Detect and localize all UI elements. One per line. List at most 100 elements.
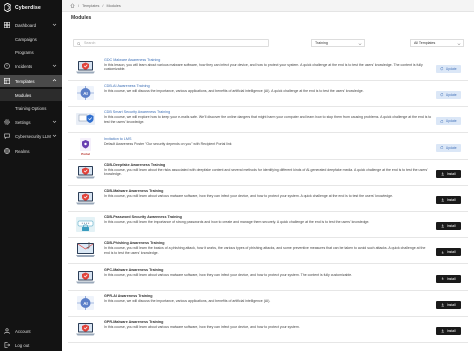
update-button[interactable]: Update [436, 91, 461, 100]
nav-realms[interactable]: Realms [0, 145, 62, 157]
nav-dashboard[interactable]: Dashboard [0, 19, 62, 31]
module-description: Default Awareness Poster "Our security d… [104, 141, 232, 146]
module-row[interactable]: GDC Malware Awareness Training In this le… [68, 55, 468, 81]
nav-label: Settings [15, 119, 31, 125]
templates-icon [4, 78, 10, 84]
module-row[interactable]: **** CDB-Password Security Awareness Trai… [68, 212, 468, 239]
button-label: Install [446, 329, 456, 333]
nav-logout[interactable]: Log out [0, 339, 62, 351]
breadcrumb-separator: / [102, 3, 104, 8]
module-description: In this course, you will learn about the… [104, 167, 428, 177]
install-button[interactable]: Install [436, 327, 461, 335]
warning-icon [4, 63, 10, 69]
nav-cyber-llm[interactable]: Cybersecurity LLM [0, 130, 62, 142]
module-title[interactable]: CDB-AI Awareness Training [104, 84, 150, 88]
module-row[interactable]: CDB-Deepfake Awareness Training In this c… [68, 159, 468, 186]
button-label: Install [446, 276, 456, 281]
download-icon [441, 198, 445, 202]
update-button[interactable]: Update [436, 143, 461, 152]
download-icon [441, 277, 445, 281]
nav-settings[interactable]: Settings [0, 116, 62, 128]
sidebar: Cyberdise Dashboard Campaigns Programs I… [0, 0, 62, 351]
button-label: Install [446, 198, 456, 202]
module-title[interactable]: CDB Smart Security Awareness Training [104, 110, 170, 114]
refresh-icon [440, 119, 444, 123]
type-select[interactable]: Training [311, 39, 365, 47]
globe-icon [4, 148, 10, 154]
install-button[interactable]: Install [436, 169, 461, 178]
module-description: In this lesson, you will learn about var… [104, 63, 423, 72]
breadcrumb-separator: / [78, 3, 80, 8]
nav-modules[interactable]: Modules [0, 89, 62, 101]
search-input[interactable]: Search [73, 39, 269, 47]
module-row[interactable]: AI CDB-AI Awareness Training In this cours… [68, 81, 468, 108]
chevron-up-icon [52, 79, 57, 82]
button-label: Install [446, 224, 456, 229]
svg-text:AI: AI [83, 301, 88, 306]
module-thumbnail [74, 110, 97, 129]
filter-bar: Search Training All Templates [68, 36, 468, 49]
button-label: Update [445, 119, 457, 124]
nav-templates[interactable]: Templates [0, 75, 62, 87]
install-button[interactable]: Install [436, 274, 461, 283]
module-description: In this course, you will learn about var… [104, 272, 353, 277]
scope-select[interactable]: All Templates [410, 39, 464, 47]
chevron-down-icon [457, 42, 461, 45]
nav-label: Cybersecurity LLM [15, 133, 51, 139]
module-thumbnail [74, 163, 97, 182]
module-thumbnail: AI [74, 84, 97, 103]
search-placeholder: Search [84, 41, 96, 46]
module-row[interactable]: CDB-Malware Awareness Training In this co… [68, 186, 468, 212]
module-row[interactable]: AI GPR-AI Awareness Training In this cours… [68, 290, 468, 317]
nav-label: Campaigns [15, 36, 37, 42]
module-title[interactable]: Invitation to LMS [104, 137, 131, 141]
module-title[interactable]: GPC-Malware Awareness Training [104, 268, 163, 272]
update-button[interactable]: Update [436, 65, 461, 73]
button-label: Install [446, 302, 456, 307]
search-icon [77, 41, 81, 46]
svg-text:****: **** [81, 222, 89, 227]
nav-programs[interactable]: Programs [0, 46, 62, 58]
breadcrumb-templates[interactable]: Templates [82, 4, 99, 8]
nav-training-options[interactable]: Training Options [0, 102, 62, 114]
module-row[interactable]: GPR-Malware Awareness Training In this co… [68, 317, 468, 343]
breadcrumb: / Templates / Modules [70, 3, 121, 8]
breadcrumb-modules: Modules [106, 3, 121, 8]
module-thumbnail: AI [74, 294, 97, 313]
install-button[interactable]: Install [436, 196, 461, 204]
nav-campaigns[interactable]: Campaigns [0, 33, 62, 45]
update-button[interactable]: Update [436, 117, 461, 126]
module-title[interactable]: CDB-Phishing Awareness Training [104, 241, 164, 245]
module-row[interactable]: Portal Invitation to LMS Default Awareness… [68, 133, 468, 160]
module-title[interactable]: CDB-Password Security Awareness Training [104, 215, 182, 219]
module-row[interactable]: GPC-Malware Awareness Training In this co… [68, 264, 468, 291]
install-button[interactable]: Install [436, 300, 461, 309]
module-title[interactable]: CDB-Malware Awareness Training [104, 189, 163, 193]
button-label: Install [446, 171, 456, 176]
gear-icon [4, 119, 10, 125]
install-button[interactable]: Install [436, 248, 461, 257]
module-title[interactable]: GPR-Malware Awareness Training [104, 320, 163, 324]
app-logo[interactable]: Cyberdise [4, 3, 41, 12]
module-thumbnail: Portal [74, 137, 97, 156]
nav-label: Templates [15, 78, 35, 84]
module-thumbnail [74, 320, 97, 339]
button-label: Update [445, 145, 457, 150]
module-description: In this course, you will learn about var… [104, 325, 300, 329]
module-title[interactable]: CDB-Deepfake Awareness Training [104, 163, 165, 167]
nav-label: Incidents [15, 63, 33, 69]
nav-incidents[interactable]: Incidents [0, 60, 62, 72]
page-title: Modules [71, 15, 92, 21]
module-row[interactable]: CDB Smart Security Awareness Training In … [68, 107, 468, 134]
nav-label: Training Options [15, 105, 47, 111]
home-icon[interactable] [70, 3, 75, 8]
button-label: Update [445, 93, 457, 98]
nav-label: Log out [15, 342, 30, 348]
module-row[interactable]: CDB-Phishing Awareness Training In this c… [68, 238, 468, 265]
install-button[interactable]: Install [436, 222, 461, 231]
module-description: In this course, you will learn the impor… [104, 220, 370, 225]
module-title[interactable]: GPR-AI Awareness Training [104, 294, 153, 298]
module-thumbnail: **** [74, 215, 97, 234]
module-title[interactable]: GDC Malware Awareness Training [104, 58, 160, 62]
nav-account[interactable]: Account [0, 325, 62, 337]
